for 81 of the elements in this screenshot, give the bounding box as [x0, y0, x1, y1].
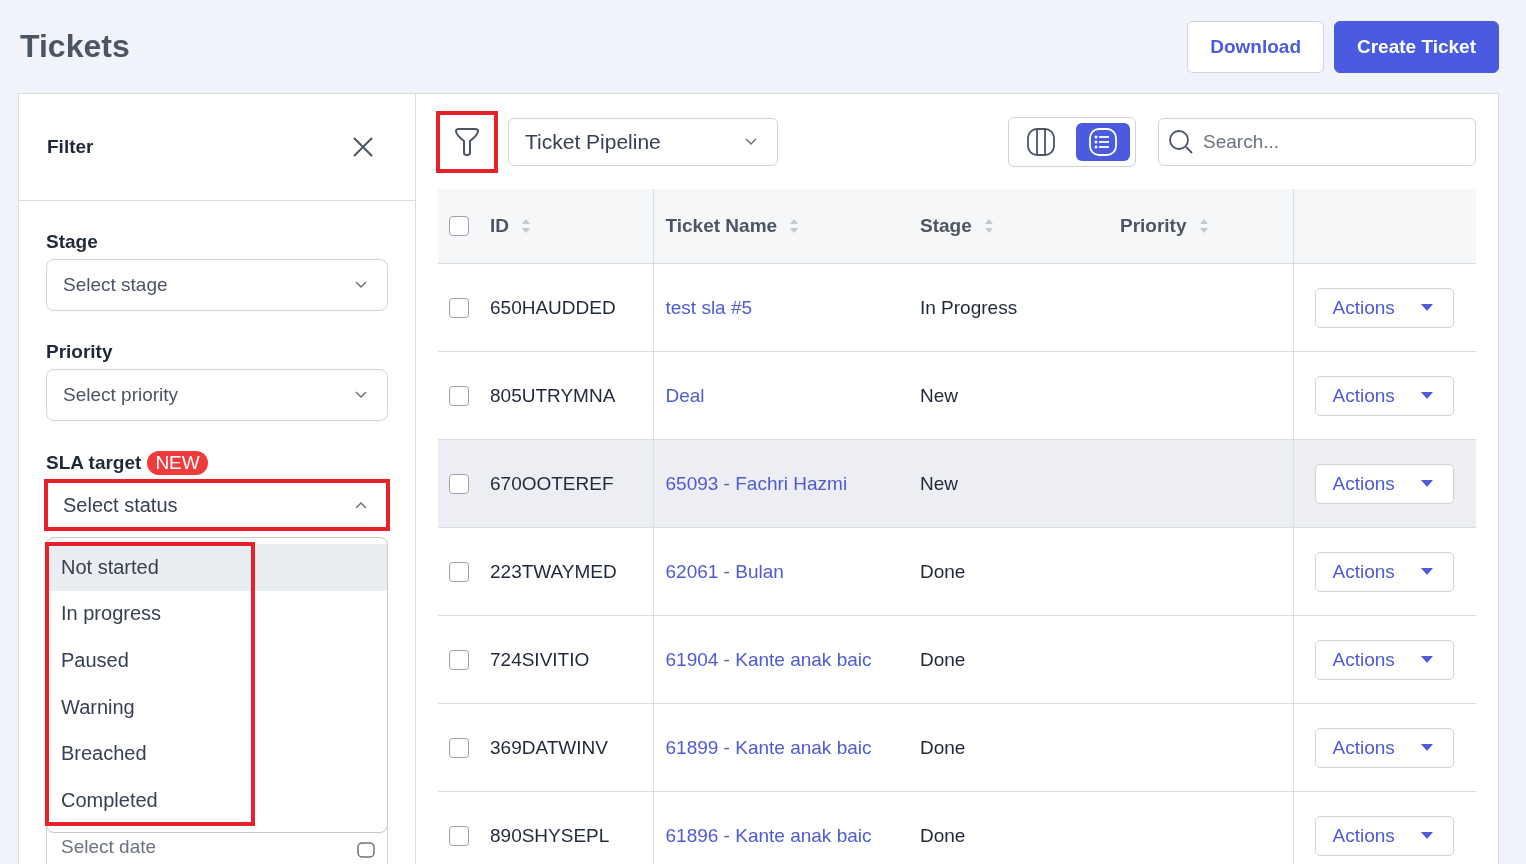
ticket-id: 670OOTEREF — [490, 472, 614, 494]
sort-icon[interactable] — [521, 217, 531, 235]
ticket-id: 724SIVITIO — [490, 648, 590, 670]
search-field[interactable]: Search... — [1158, 117, 1476, 166]
select-field[interactable]: Select stage — [46, 259, 388, 311]
ticket-name-link[interactable]: 62061 - Bulan — [665, 560, 784, 582]
actions-button[interactable]: Actions — [1314, 463, 1454, 504]
ticket-id: 369DATWINV — [490, 736, 608, 758]
new-badge: NEW — [147, 451, 208, 475]
column-header: Stage — [920, 215, 972, 237]
pipeline-select[interactable]: Ticket Pipeline — [508, 117, 778, 166]
row-checkbox[interactable] — [449, 737, 469, 758]
sort-icon[interactable] — [1198, 217, 1209, 235]
column-header: Ticket Name — [665, 215, 778, 237]
close-icon[interactable] — [353, 137, 373, 157]
dropdown-option[interactable]: Paused — [47, 637, 253, 684]
row-checkbox[interactable] — [449, 561, 469, 582]
stage-text: Done — [920, 736, 966, 758]
dropdown-option[interactable]: In progress — [47, 590, 253, 638]
actions-button[interactable]: Actions — [1314, 815, 1454, 856]
filter-button[interactable] — [438, 112, 496, 171]
dropdown-option[interactable]: Completed — [47, 776, 253, 824]
sort-icon[interactable] — [983, 217, 994, 235]
ticket-name-link[interactable]: 65093 - Fachri Hazmi — [665, 472, 848, 494]
caret-icon — [1420, 656, 1433, 663]
stage-text: New — [920, 384, 958, 406]
field-label: Stage — [46, 231, 98, 253]
actions-button[interactable]: Actions — [1314, 727, 1454, 768]
ticket-name-link[interactable]: Deal — [665, 384, 705, 406]
row-checkbox[interactable] — [449, 649, 469, 670]
stage-text: New — [920, 472, 958, 494]
row-checkbox[interactable] — [449, 297, 469, 318]
chevron-up-icon — [355, 501, 367, 509]
actions-button[interactable]: Actions — [1314, 551, 1454, 592]
ticket-name-link[interactable]: test sla #5 — [665, 296, 753, 318]
dropdown-option[interactable]: Not started — [47, 544, 253, 591]
ticket-id: 805UTRYMNA — [490, 384, 616, 406]
ticket-id: 890SHYSEPL — [490, 824, 610, 846]
row-checkbox[interactable] — [449, 385, 469, 406]
ticket-id: 223TWAYMED — [490, 560, 617, 582]
row-checkbox[interactable] — [449, 825, 469, 846]
dropdown-option[interactable]: Breached — [47, 730, 253, 777]
calendar-icon — [357, 842, 375, 858]
filter-icon — [453, 126, 481, 157]
columns-icon — [1026, 126, 1056, 157]
caret-icon — [1420, 832, 1433, 839]
chevron-down-icon — [355, 391, 367, 399]
caret-icon — [1420, 744, 1433, 751]
list-view-button[interactable] — [1076, 122, 1130, 161]
select-field[interactable]: Select status — [46, 481, 388, 529]
field-label: SLA target — [46, 452, 142, 474]
caret-icon — [1420, 304, 1433, 311]
page-title: Tickets — [20, 28, 130, 65]
download-button[interactable]: Download — [1187, 20, 1324, 73]
actions-button[interactable]: Actions — [1314, 639, 1454, 680]
stage-text: In Progress — [920, 296, 1018, 318]
select-field[interactable]: Select priority — [46, 369, 388, 421]
column-header: ID — [490, 215, 509, 237]
create-button[interactable]: Create Ticket — [1334, 20, 1499, 73]
stage-text: Done — [920, 648, 966, 670]
ticket-name-link[interactable]: 61904 - Kante anak baic — [665, 648, 872, 670]
ticket-id: 650HAUDDED — [490, 296, 616, 318]
list-icon — [1088, 126, 1118, 157]
caret-icon — [1420, 392, 1433, 399]
column-header: Priority — [1120, 215, 1187, 237]
stage-text: Done — [920, 560, 966, 582]
caret-icon — [1420, 568, 1433, 575]
sort-icon[interactable] — [789, 217, 800, 235]
stage-text: Done — [920, 824, 966, 846]
ticket-name-link[interactable]: 61899 - Kante anak baic — [665, 736, 872, 758]
ticket-name-link[interactable]: 61896 - Kante anak baic — [665, 824, 872, 846]
filter-title: Filter — [47, 136, 94, 158]
select-all-checkbox[interactable] — [449, 216, 469, 236]
dropdown-option[interactable]: Warning — [47, 683, 253, 731]
row-checkbox[interactable] — [449, 473, 469, 494]
caret-icon — [1420, 480, 1433, 487]
actions-button[interactable]: Actions — [1314, 287, 1454, 328]
chevron-down-icon — [745, 137, 757, 146]
field-label: Priority — [46, 341, 113, 363]
chevron-down-icon — [355, 281, 367, 289]
actions-button[interactable]: Actions — [1314, 375, 1454, 416]
